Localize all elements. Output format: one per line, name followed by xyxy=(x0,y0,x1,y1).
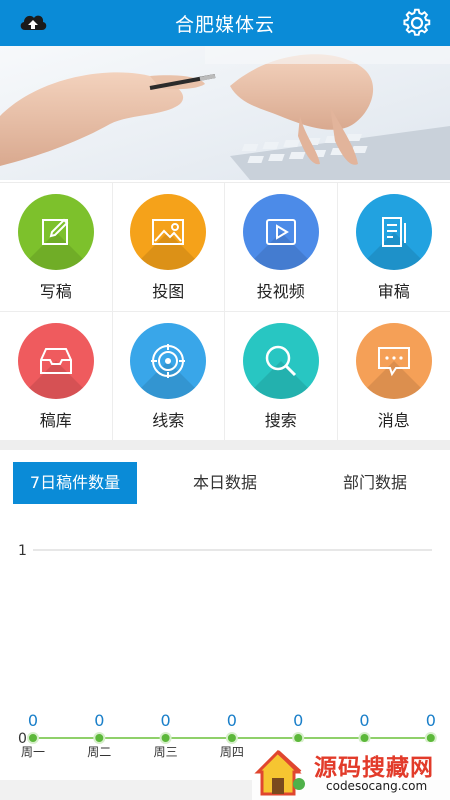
weekly-count-chart: 0 1 0 周一 0 周二 0 周三 0 周四 0 0 0 xyxy=(0,510,450,780)
video-circle xyxy=(242,194,319,270)
grid-label: 搜索 xyxy=(264,411,297,430)
data-label: 0 xyxy=(293,711,303,730)
grid-item-messages[interactable]: 消息 xyxy=(337,312,450,441)
data-point xyxy=(27,732,39,744)
grid-item-library[interactable]: 稿库 xyxy=(0,312,113,441)
data-label: 0 xyxy=(359,711,369,730)
grid-label: 消息 xyxy=(377,411,410,430)
grid-label: 线索 xyxy=(152,411,185,430)
grid-label: 写稿 xyxy=(39,282,72,301)
data-label: 0 xyxy=(161,711,171,730)
review-circle xyxy=(355,194,432,270)
data-label: 0 xyxy=(94,711,104,730)
search-circle xyxy=(242,323,319,399)
y-tick-label: 1 xyxy=(18,543,27,559)
video-play-icon xyxy=(265,219,296,245)
grid-item-write[interactable]: 写稿 xyxy=(0,183,113,312)
x-tick-label: 周二 xyxy=(87,745,111,759)
inbox-icon xyxy=(39,348,72,374)
data-label: 0 xyxy=(426,711,436,730)
data-label: 0 xyxy=(28,711,38,730)
data-point xyxy=(225,732,238,744)
data-tabs: 7日稿件数量 本日数据 部门数据 xyxy=(0,462,450,504)
document-icon xyxy=(381,217,406,247)
x-tick-label: 周三 xyxy=(154,745,178,759)
tab-department-data[interactable]: 部门数据 xyxy=(315,462,435,504)
messages-circle xyxy=(355,323,432,399)
grid-item-review[interactable]: 审稿 xyxy=(337,183,450,312)
watermark-title: 源码搜藏网 xyxy=(314,755,434,781)
message-icon xyxy=(377,347,410,377)
top-bar: 合肥媒体云 xyxy=(0,0,450,46)
watermark-logo: 源码搜藏网 codesocang.com xyxy=(252,742,450,800)
chart-svg: 010周一0周二0周三0周四0 0 0 xyxy=(18,543,437,759)
target-icon xyxy=(151,344,186,378)
search-icon xyxy=(265,345,296,377)
grid-label: 稿库 xyxy=(39,411,72,430)
clues-circle xyxy=(130,323,207,399)
grid-item-upload-video[interactable]: 投视频 xyxy=(225,183,338,312)
data-point xyxy=(159,732,172,744)
gear-icon[interactable] xyxy=(402,8,432,38)
grid-item-upload-image[interactable]: 投图 xyxy=(112,183,225,312)
image-icon xyxy=(152,219,185,245)
app-title: 合肥媒体云 xyxy=(174,13,275,36)
data-label: 0 xyxy=(227,711,237,730)
watermark-url: codesocang.com xyxy=(326,779,428,793)
pencil-edit-icon xyxy=(41,218,69,245)
grid-item-clues[interactable]: 线索 xyxy=(112,312,225,441)
image-circle xyxy=(130,194,207,270)
banner-image xyxy=(0,46,450,180)
grid-item-search[interactable]: 搜索 xyxy=(225,312,338,441)
tab-today-data[interactable]: 本日数据 xyxy=(165,462,285,504)
grid-label: 审稿 xyxy=(377,282,410,301)
write-circle xyxy=(17,194,94,270)
section-divider xyxy=(0,440,450,450)
x-tick-label: 周四 xyxy=(220,745,244,759)
library-circle xyxy=(17,323,94,399)
grid-label: 投图 xyxy=(152,282,185,301)
grid-label: 投视频 xyxy=(256,282,305,301)
tab-7day-count[interactable]: 7日稿件数量 xyxy=(13,462,137,504)
data-point xyxy=(93,732,106,744)
function-grid: 写稿 投图 投视频 审稿 稿库 线索 搜索 消息 xyxy=(0,182,450,441)
cloud-upload-icon[interactable] xyxy=(18,9,48,35)
x-tick-label: 周一 xyxy=(21,745,45,759)
